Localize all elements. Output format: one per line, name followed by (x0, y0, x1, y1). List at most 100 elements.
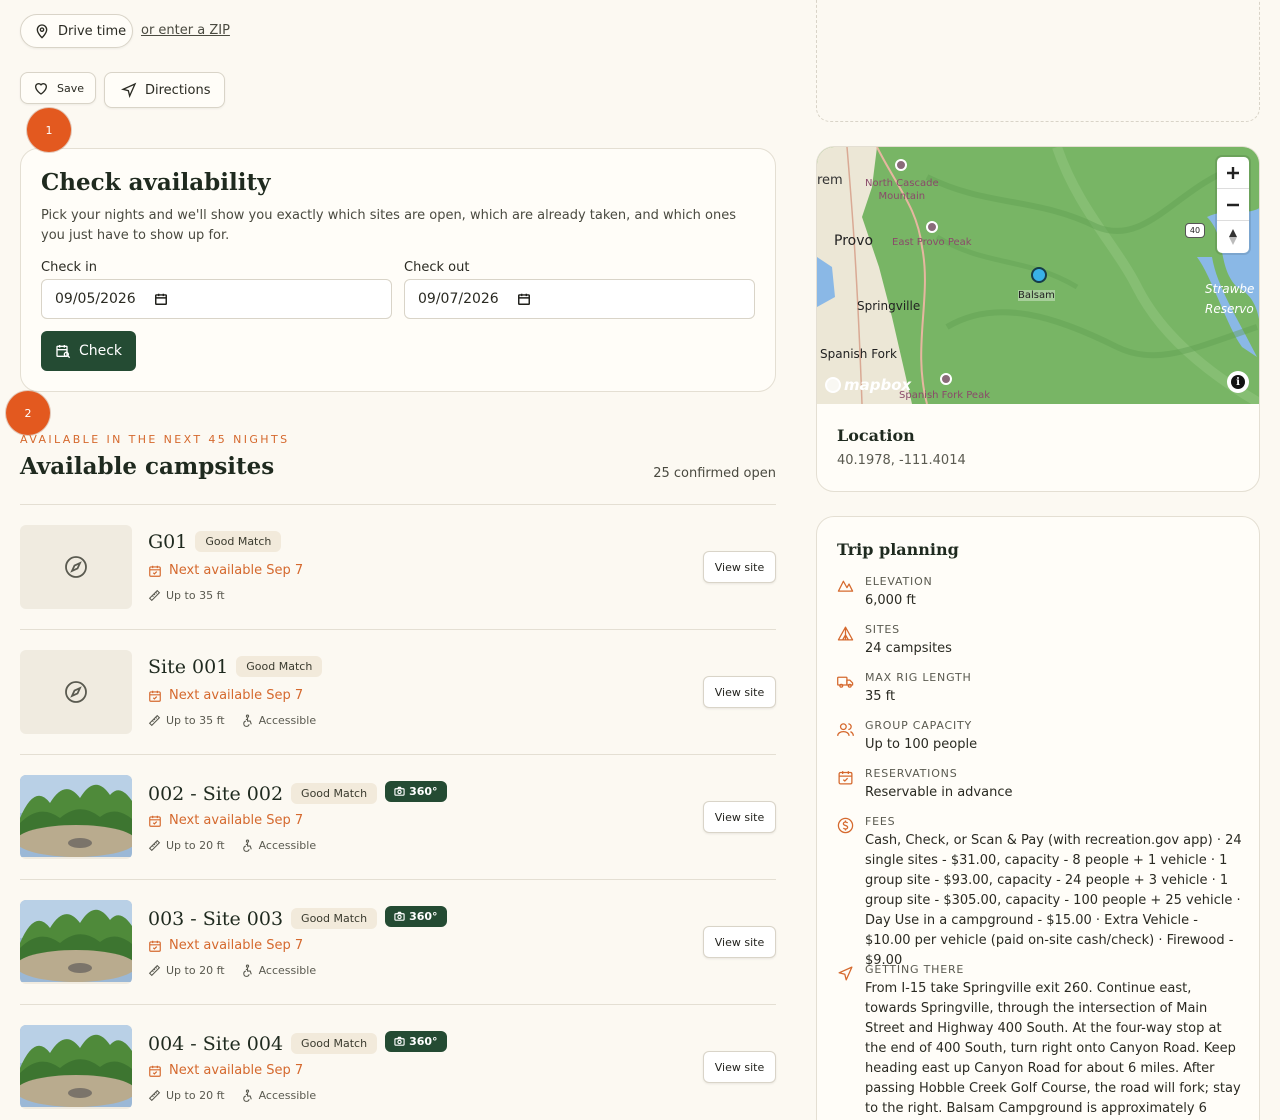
campsite-row[interactable]: 004 - Site 004 Good Match 360° Next availab… (20, 1004, 776, 1120)
calendar-check-icon (148, 689, 162, 703)
calendar-check-icon (148, 564, 162, 578)
rig-length-label: Up to 35 ft (166, 714, 225, 727)
save-label: Save (57, 81, 85, 95)
next-available-label: Next available Sep 7 (169, 688, 304, 703)
accessibility-icon (241, 839, 254, 852)
map[interactable]: rem North Cascade Mountain East Provo Pe… (817, 147, 1259, 404)
campsite-photo (20, 1025, 132, 1109)
campsite-row[interactable]: 002 - Site 002 Good Match 360° Next availab… (20, 754, 776, 879)
trip-item-label: FEES (865, 815, 896, 828)
campsite-row[interactable]: Site 001 Good Match Next available Sep 7 Up… (20, 629, 776, 754)
mapbox-logo[interactable]: mapbox (825, 376, 911, 394)
trip-item-value: Up to 100 people (865, 737, 978, 752)
check-button[interactable]: Check (41, 331, 136, 371)
map-label-strawberry-line2: Reservo (1205, 302, 1254, 316)
campground-pin[interactable] (1031, 267, 1047, 283)
view-site-button[interactable]: View site (703, 551, 776, 583)
check-in-input[interactable]: 09/05/2026 (41, 279, 392, 319)
campsite-meta: Up to 20 ft Accessible (148, 1089, 316, 1102)
campsites-title: Available campsites (20, 453, 275, 480)
map-info-button[interactable]: i (1227, 371, 1249, 393)
accessible-label: Accessible (258, 1089, 317, 1102)
view-site-button[interactable]: View site (703, 801, 776, 833)
drive-time-button[interactable]: Drive time (20, 14, 133, 48)
campsite-name-line: 002 - Site 002 Good Match 360° (148, 781, 447, 805)
campsite-name-line: Site 001 Good Match (148, 656, 323, 678)
next-available: Next available Sep 7 (148, 938, 303, 953)
zoom-controls (1217, 157, 1249, 253)
badge-360[interactable]: 360° (385, 781, 447, 802)
campsite-meta: Up to 20 ft Accessible (148, 839, 316, 852)
accessibility-icon (241, 964, 254, 977)
next-available: Next available Sep 7 (148, 563, 303, 578)
badge-360[interactable]: 360° (385, 906, 447, 927)
map-placeholder (816, 0, 1260, 122)
save-button[interactable]: Save (20, 72, 96, 104)
mapbox-label: mapbox (844, 376, 912, 394)
peak-icon (895, 159, 907, 171)
badge-360-label: 360° (409, 910, 438, 923)
plus-icon (1227, 166, 1239, 179)
trip-item-label: GROUP CAPACITY (865, 719, 973, 732)
calendar-check-icon (148, 814, 162, 828)
zip-link[interactable]: or enter a ZIP (141, 23, 230, 38)
calendar-search-icon (55, 343, 71, 359)
trip-item-value: Cash, Check, or Scan & Pay (with recreat… (865, 833, 1242, 968)
users-icon (837, 721, 854, 738)
peak-icon (926, 221, 938, 233)
compass-button[interactable] (1217, 221, 1249, 253)
map-label-provo: Provo (834, 233, 874, 249)
map-label-strawberry-line1: Strawbe (1205, 282, 1255, 296)
zoom-in-button[interactable] (1217, 157, 1249, 189)
badge-360[interactable]: 360° (385, 1031, 447, 1052)
map-label-east-provo: East Provo Peak (892, 237, 972, 248)
rig-length-label: Up to 35 ft (166, 589, 225, 602)
step-marker-1: 1 (27, 108, 71, 152)
map-label-rem: rem (817, 173, 843, 188)
campsite-row[interactable]: 003 - Site 003 Good Match 360° Next availab… (20, 879, 776, 1004)
navigation-icon (837, 965, 854, 982)
campsite-thumbnail[interactable] (20, 775, 132, 859)
campsites-eyebrow: AVAILABLE IN THE NEXT 45 NIGHTS (20, 433, 290, 446)
campsite-name-line: 004 - Site 004 Good Match 360° (148, 1031, 447, 1055)
directions-button[interactable]: Directions (104, 72, 225, 108)
tent-icon (837, 625, 854, 642)
match-badge: Good Match (236, 656, 323, 677)
camera-icon (394, 786, 405, 797)
rig-length-label: Up to 20 ft (166, 964, 225, 977)
campsite-name-line: G01 Good Match (148, 531, 282, 553)
view-site-button[interactable]: View site (703, 676, 776, 708)
map-label-balsam: Balsam (1018, 290, 1055, 301)
badge-360-label: 360° (409, 1035, 438, 1048)
ruler-icon (148, 964, 161, 977)
campsite-thumbnail[interactable] (20, 1025, 132, 1109)
view-site-button[interactable]: View site (703, 1051, 776, 1083)
route-shield-icon: 40 (1185, 223, 1205, 238)
view-site-button[interactable]: View site (703, 926, 776, 958)
calendar-icon[interactable] (517, 292, 531, 306)
campsite-name: Site 001 (148, 656, 229, 678)
compass-icon (64, 555, 88, 579)
campsite-thumbnail[interactable] (20, 650, 132, 734)
check-out-input[interactable]: 09/07/2026 (404, 279, 755, 319)
drive-time-label: Drive time (58, 23, 127, 39)
location-coords: 40.1978, -111.4014 (837, 453, 966, 468)
ruler-icon (148, 839, 161, 852)
campsites-count: 25 confirmed open (653, 466, 776, 481)
campsite-thumbnail[interactable] (20, 900, 132, 984)
campsite-row[interactable]: G01 Good Match Next available Sep 7 Up to 3… (20, 504, 776, 629)
truck-icon (837, 673, 854, 690)
trip-item-label: RESERVATIONS (865, 767, 958, 780)
check-in-label: Check in (41, 260, 97, 275)
minus-icon (1227, 203, 1239, 206)
accessible: Accessible (241, 839, 316, 852)
calendar-icon[interactable] (154, 292, 168, 306)
map-pin-icon (34, 23, 50, 39)
rig-length: Up to 20 ft (148, 964, 225, 977)
zoom-out-button[interactable] (1217, 189, 1249, 221)
trip-item-value: From I-15 take Springville exit 260. Con… (865, 981, 1241, 1116)
campsite-photo (20, 775, 132, 859)
check-out-value: 09/07/2026 (418, 291, 499, 307)
calendar-check-icon (148, 939, 162, 953)
campsite-thumbnail[interactable] (20, 525, 132, 609)
